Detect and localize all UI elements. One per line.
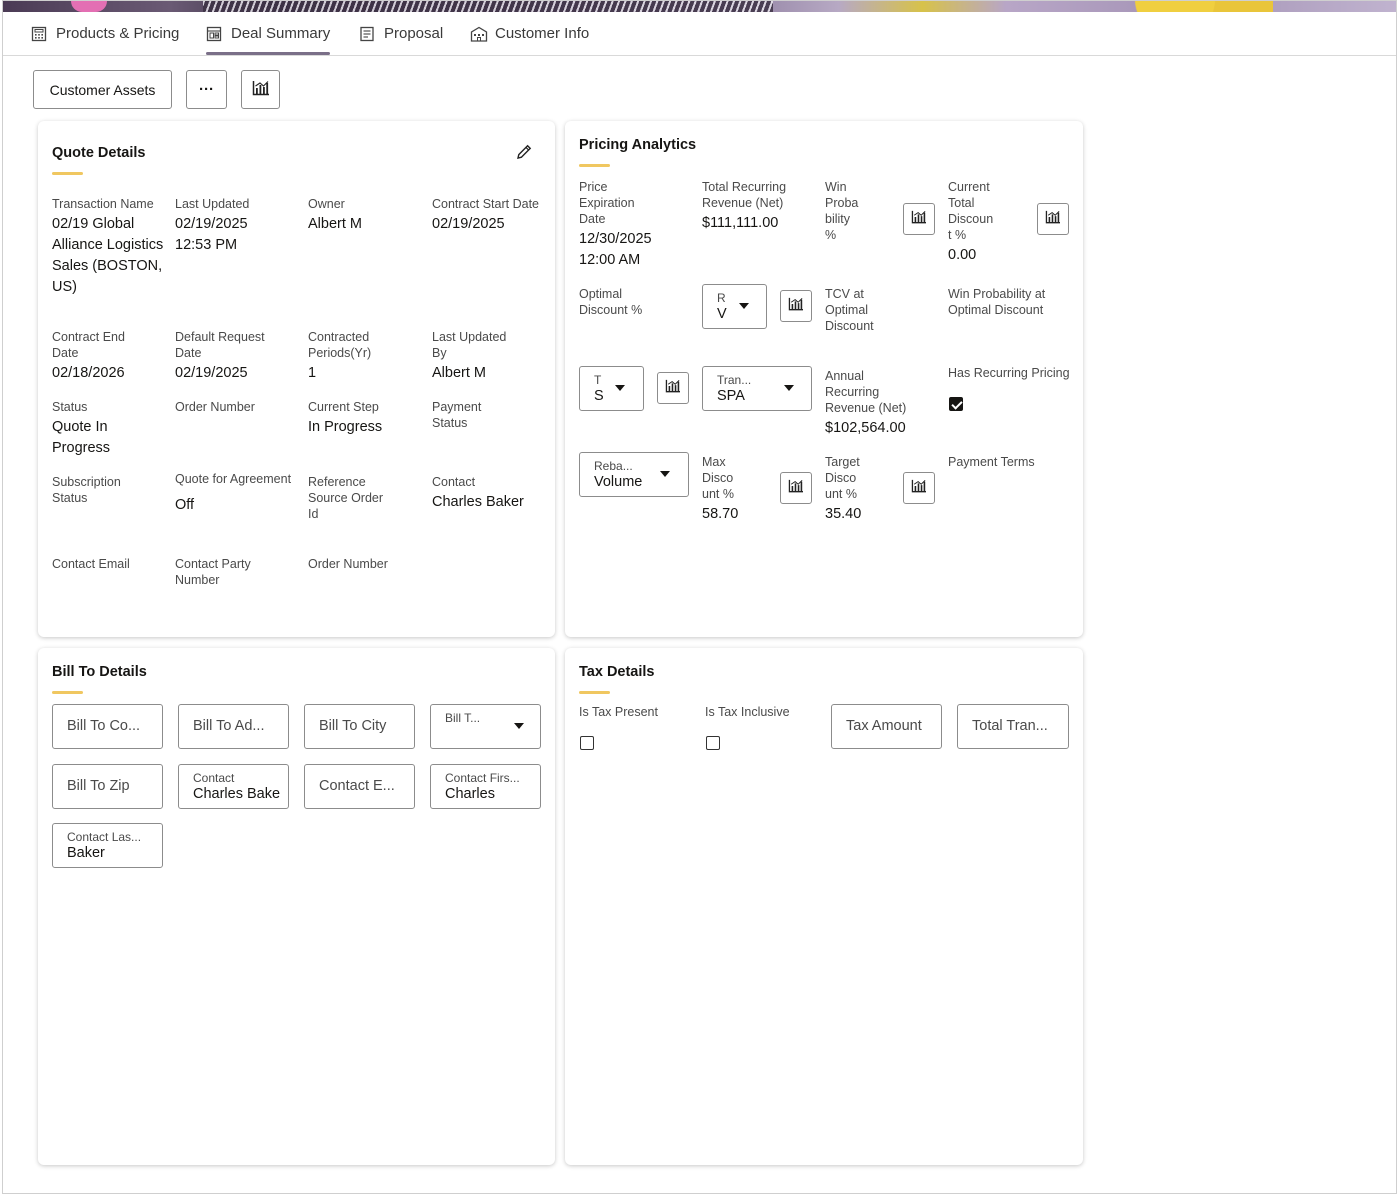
contact-email-field: Contact Email [52,557,130,571]
bill-to-zip-input[interactable]: Bill To Zip [52,764,163,809]
owner-field: Owner Albert M [308,197,362,232]
tab-proposal[interactable]: Proposal [359,12,443,55]
contract-end-field: Contract End Date 02/18/2026 [52,330,125,381]
last-updated-by-field: Last Updated By Albert M [432,330,507,381]
subscription-status-field: Subscription Status [52,475,121,505]
is-tax-present-checkbox[interactable] [580,736,594,750]
app-frame: Products & Pricing Deal Summary Proposal… [2,0,1397,1194]
chart-icon [788,297,804,316]
max-discount-field: Max Disco unt % 58.70 [702,455,739,522]
target-discount-field: Target Disco unt % 35.40 [825,455,862,522]
total-recurring-revenue-field: Total Recurring Revenue (Net) $111,111.0… [702,180,787,231]
order-number-2-field: Order Number [308,557,388,571]
contact-email-input[interactable]: Contact E... [304,764,415,809]
payment-status-field: Payment Status [432,400,482,430]
status-field: Status Quote In Progress [52,400,111,456]
tab-deal-summary[interactable]: Deal Summary [206,12,331,55]
bill-to-state-select[interactable]: Bill T... [430,704,541,749]
total-transaction-input[interactable]: Total Tran... [957,704,1069,749]
tab-label: Products & Pricing [56,25,180,42]
contact-input[interactable]: Contact Charles Bake [178,764,289,809]
optimal-discount-chart-button[interactable] [780,290,812,322]
tab-label: Deal Summary [231,25,331,42]
has-recurring-pricing-field: Has Recurring Pricing [948,366,1070,380]
calculator-icon [31,26,47,42]
tab-label: Customer Info [495,25,590,42]
annual-recurring-revenue-field: Annual Recurring Revenue (Net) $102,564.… [825,369,907,436]
current-step-field: Current Step In Progress [308,400,383,435]
contracted-periods-field: Contracted Periods(Yr) 1 [308,330,372,381]
decorative-banner [3,1,1396,12]
win-probability-optimal-field: Win Probability at Optimal Discount [948,287,1046,317]
quote-details-card: Quote Details Transaction Name 02/19 Glo… [38,121,555,637]
order-number-field: Order Number [175,400,255,414]
card-title: Bill To Details [52,664,147,694]
transaction-name-field: Transaction Name 02/19 Global Alliance L… [52,197,164,295]
tab-bar: Products & Pricing Deal Summary Proposal… [3,12,1396,56]
tcv-optimal-discount-field: TCV at Optimal Discount [825,287,874,333]
is-tax-inclusive-field: Is Tax Inclusive [705,705,790,719]
tax-details-card: Tax Details Is Tax Present Is Tax Inclus… [565,648,1083,1165]
pricing-analytics-card: Pricing Analytics Price Expiration Date … [565,121,1083,637]
last-updated-field: Last Updated 02/19/2025 12:53 PM [175,197,250,253]
chart-icon [252,80,270,99]
t-select[interactable]: T S [579,366,644,411]
chart-icon [911,479,927,498]
bill-to-city-input[interactable]: Bill To City [304,704,415,749]
is-tax-inclusive-checkbox[interactable] [706,736,720,750]
has-recurring-pricing-checkbox[interactable] [949,397,963,411]
contract-start-field: Contract Start Date 02/19/2025 [432,197,539,232]
contact-party-number-field: Contact Party Number [175,557,251,587]
chart-icon [1045,210,1061,229]
t-chart-button[interactable] [657,372,689,404]
quote-for-agreement-field: Quote for Agreement Off [175,472,292,513]
chart-icon [788,479,804,498]
is-tax-present-field: Is Tax Present [579,705,658,719]
transaction-type-select[interactable]: Tran... SPA [702,366,812,411]
win-probability-field: Win Proba bility % [825,180,859,242]
payment-terms-field: Payment Terms [948,455,1035,469]
analytics-button[interactable] [241,70,280,109]
card-title: Quote Details [52,145,145,175]
card-title: Pricing Analytics [579,137,696,167]
r-select[interactable]: R V [702,284,767,329]
chart-icon [665,379,681,398]
optimal-discount-field: Optimal Discount % [579,287,643,317]
bill-to-company-input[interactable]: Bill To Co... [52,704,163,749]
win-probability-chart-button[interactable] [903,203,935,235]
contact-first-name-input[interactable]: Contact Firs... Charles [430,764,541,809]
card-title: Tax Details [579,664,655,694]
bill-to-address-input[interactable]: Bill To Ad... [178,704,289,749]
edit-button[interactable] [508,138,540,170]
chevron-down-icon [660,471,670,477]
tax-amount-input[interactable]: Tax Amount [831,704,942,749]
tab-customer-info[interactable]: Customer Info [470,12,589,55]
chart-icon [911,210,927,229]
building-icon [470,26,488,42]
target-discount-chart-button[interactable] [903,472,935,504]
price-expiration-field: Price Expiration Date 12/30/2025 12:00 A… [579,180,652,268]
dashboard-icon [206,26,222,42]
chevron-down-icon [615,385,625,391]
bill-to-details-card: Bill To Details Bill To Co... Bill To Ad… [38,648,555,1165]
document-icon [359,26,375,42]
max-discount-chart-button[interactable] [780,472,812,504]
tab-products-pricing[interactable]: Products & Pricing [31,12,179,55]
contact-last-name-input[interactable]: Contact Las... Baker [52,823,163,868]
contact-field: Contact Charles Baker [432,475,524,510]
chevron-down-icon [784,385,794,391]
chevron-down-icon [739,303,749,309]
current-total-discount-field: Current Total Discoun t % 0.00 [948,180,994,263]
pencil-icon [515,143,533,166]
tab-label: Proposal [384,25,444,42]
reference-source-order-field: Reference Source Order Id [308,475,384,521]
more-actions-button[interactable]: ··· [186,70,227,109]
current-discount-chart-button[interactable] [1037,203,1069,235]
rebate-select[interactable]: Reba... Volume [579,452,689,497]
default-request-field: Default Request Date 02/19/2025 [175,330,265,381]
chevron-down-icon [514,723,524,729]
customer-assets-button[interactable]: Customer Assets [33,70,172,109]
